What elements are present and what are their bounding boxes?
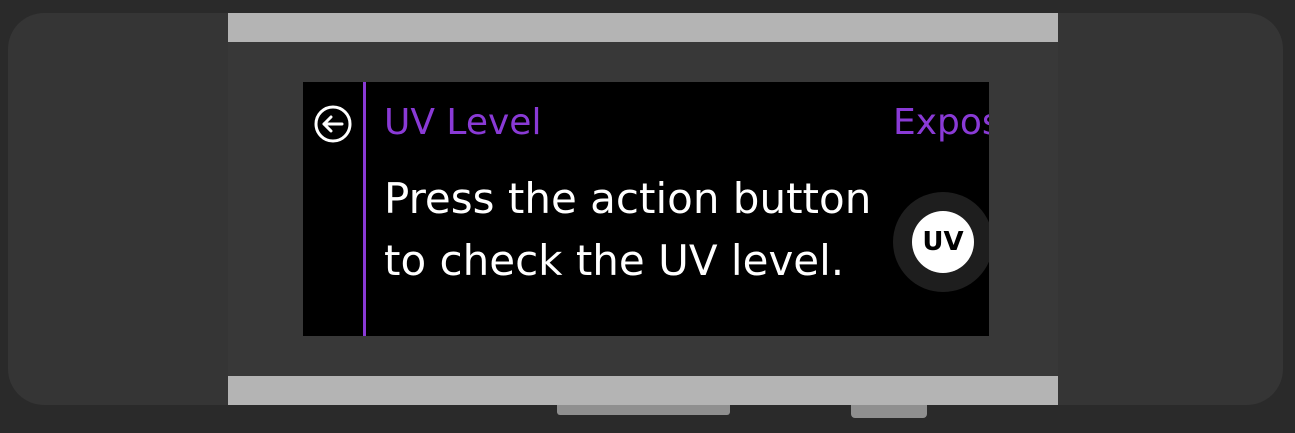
bezel-bottom (228, 376, 1058, 405)
next-panel-preview[interactable]: Expos UV (893, 82, 989, 336)
device-screen: UV Level Press the action button to chec… (303, 82, 989, 336)
uv-button[interactable]: UV (893, 192, 989, 292)
device-stage: UV Level Press the action button to chec… (0, 0, 1295, 433)
next-panel-title: Expos (893, 102, 989, 143)
accent-divider (363, 82, 366, 336)
back-button[interactable] (313, 104, 353, 144)
uv-icon: UV (912, 211, 974, 273)
bezel-top (228, 13, 1058, 42)
panel-instructions: Press the action button to check the UV … (384, 174, 872, 285)
band-clasp-right (851, 405, 927, 418)
panel-title: UV Level (384, 102, 542, 143)
band-clasp-left (557, 405, 730, 415)
back-arrow-circle-icon (314, 105, 352, 143)
